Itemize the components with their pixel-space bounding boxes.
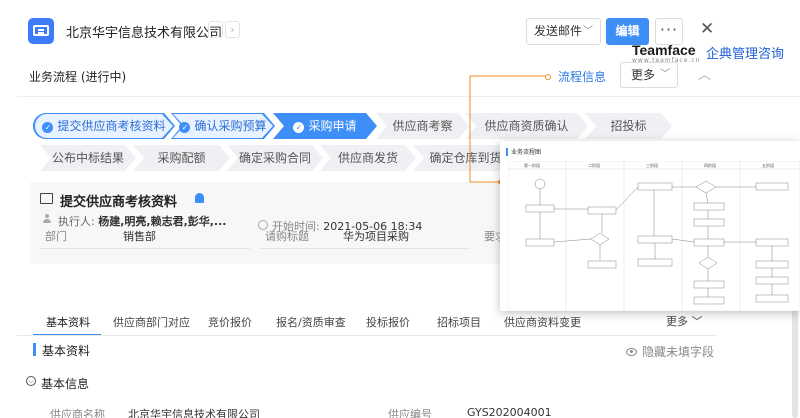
tab-supplier-change[interactable]: 供应商资料变更	[504, 314, 581, 330]
tab-qualification[interactable]: 报名/资质审查	[276, 314, 346, 330]
divider	[17, 335, 717, 336]
brand-tagline: 企典管理咨询	[706, 47, 785, 62]
flow-info-link[interactable]: 流程信息	[545, 68, 606, 85]
dept-value: 销售部	[123, 230, 156, 243]
step-quota[interactable]: 采购配额	[133, 145, 230, 171]
step-supplier-inspect[interactable]: 供应商考察	[376, 113, 469, 139]
chevron-down-icon: ﹀	[660, 69, 670, 80]
tab-tender-project[interactable]: 招标项目	[437, 314, 481, 330]
flow-info-label: 流程信息	[558, 70, 607, 84]
request-title-value: 华为项目采购	[343, 230, 409, 243]
chevron-up-icon[interactable]: ︿	[698, 64, 711, 83]
dept-label: 部门	[45, 230, 67, 243]
more-actions-button[interactable]: ···	[655, 18, 683, 45]
process-steps-row1: ✓ 提交供应商考核资料 ✓ 确认采购预算 ✓ 采购申请 供应商考察 供应商资质确认 招…	[33, 113, 733, 139]
company-title: 北京华宇信息技术有限公司	[66, 26, 223, 41]
record-nav: ‹ ›	[208, 21, 240, 38]
collapse-circle-icon[interactable]: ⌵	[26, 376, 36, 386]
step-contract[interactable]: 确定采购合同	[227, 145, 323, 171]
lane-header: 三阶段	[646, 162, 658, 168]
lane-header: 五阶段	[762, 162, 774, 168]
tab-dept-mapping[interactable]: 供应商部门对应	[113, 314, 190, 330]
flowchart-popup[interactable]: 业务流程图 第一阶段 二阶段 三阶段 四阶段 五阶段	[500, 141, 800, 311]
brand-logo-text: Teamface	[632, 42, 696, 58]
send-mail-dropdown[interactable]: 发送邮件 ﹀	[526, 18, 601, 45]
divider	[260, 248, 470, 249]
lane-header: 第一阶段	[524, 162, 540, 168]
user-icon	[43, 214, 51, 223]
prev-record-button[interactable]: ‹	[208, 21, 223, 38]
step-publish-result[interactable]: 公布中标结果	[40, 145, 136, 171]
step-supplier-qualify[interactable]: 供应商资质确认	[465, 113, 588, 139]
lane-header: 四阶段	[704, 162, 716, 168]
tab-basic[interactable]: 基本资料	[46, 314, 90, 330]
chevron-down-icon: ﹀	[691, 315, 703, 328]
section-marker	[33, 343, 36, 356]
step-purchase-request[interactable]: ✓ 采购申请	[273, 113, 377, 139]
request-title-label: 请购标题	[265, 230, 309, 243]
hide-empty-fields-toggle[interactable]: 隐藏未填字段	[626, 343, 714, 360]
supplier-code-value: GYS202004001	[467, 406, 552, 418]
tab-tender-quote[interactable]: 投标报价	[366, 314, 410, 330]
eye-icon	[626, 348, 637, 356]
supplier-code-label: 供应编号	[388, 408, 432, 418]
lane-header: 二阶段	[588, 162, 600, 168]
bell-icon[interactable]	[195, 193, 204, 203]
process-status-title: 业务流程 (进行中)	[29, 70, 127, 84]
group-title: 基本信息	[41, 377, 90, 391]
more-dropdown[interactable]: 更多 ﹀	[620, 62, 678, 88]
divider	[17, 96, 800, 97]
send-mail-label: 发送邮件	[534, 24, 583, 38]
divider	[40, 248, 250, 249]
popup-title: 业务流程图	[511, 149, 542, 156]
step-delivery[interactable]: 供应商发货	[320, 145, 416, 171]
tab-bidding-quote[interactable]: 竞价报价	[208, 314, 252, 330]
supplier-name-value: 北京华宇信息技术有限公司	[128, 408, 260, 418]
edit-button[interactable]: 编辑	[606, 18, 649, 45]
step-confirm-budget[interactable]: ✓ 确认采购预算	[171, 113, 275, 139]
close-icon[interactable]: ✕	[700, 19, 714, 39]
popup-marker	[506, 148, 508, 156]
connector-dot-icon	[545, 74, 551, 80]
document-icon	[40, 193, 53, 204]
flowchart-diagram: 第一阶段 二阶段 三阶段 四阶段 五阶段	[508, 161, 800, 311]
section-title: 基本资料	[42, 344, 91, 358]
executors: 执行人: 杨建,明亮,赖志君,彭华,...	[58, 215, 227, 228]
app-logo	[28, 18, 54, 44]
next-record-button[interactable]: ›	[225, 21, 240, 38]
task-title: 提交供应商考核资料	[60, 195, 178, 210]
chevron-down-icon: ﹀	[583, 26, 593, 37]
tab-more[interactable]: 更多 ﹀	[666, 313, 703, 329]
step-bidding[interactable]: 招投标	[585, 113, 672, 139]
more-label: 更多	[631, 68, 656, 82]
supplier-name-label: 供应商名称	[50, 408, 105, 418]
step-submit-review[interactable]: ✓ 提交供应商考核资料	[33, 113, 175, 139]
